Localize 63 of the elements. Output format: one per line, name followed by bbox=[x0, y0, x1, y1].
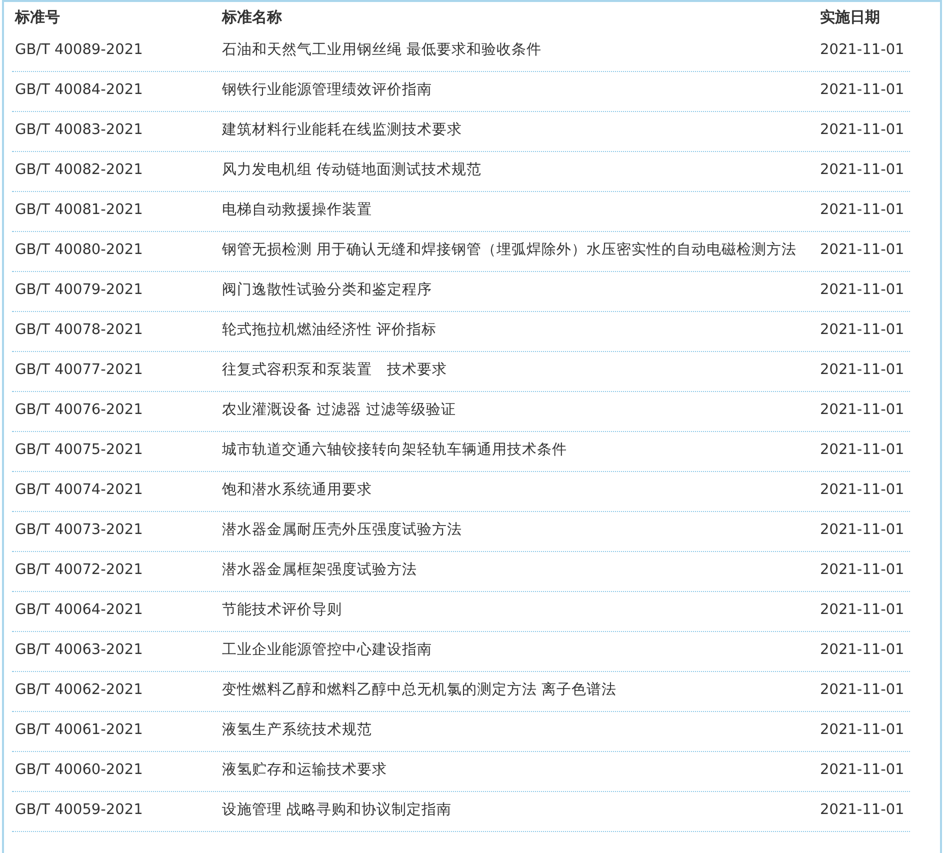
table-cell-text: GB/T 40064-2021 bbox=[14, 601, 144, 620]
table-cell-text: 设施管理 战略寻购和协议制定指南 bbox=[221, 800, 453, 820]
table-cell-text: 钢管无损检测 用于确认无缝和焊接钢管（埋弧焊除外）水压密实性的自动电磁检测方法 bbox=[221, 240, 798, 260]
table-cell-text: 建筑材料行业能耗在线监测技术要求 bbox=[220, 121, 463, 140]
table-cell-text: 2021-11-01 bbox=[819, 241, 906, 260]
table-cell-text: GB/T 40080-2021 bbox=[14, 241, 144, 260]
table-cell-text: 城市轨道交通六轴铰接转向架轻轨车辆通用技术条件 bbox=[221, 440, 568, 460]
table-cell-text: 2021-11-01 bbox=[819, 121, 906, 140]
table-cell-text: GB/T 40078-2021 bbox=[14, 321, 144, 340]
table-cell-text: 电梯自动救援操作装置 bbox=[221, 201, 373, 220]
table-cell-text: 2021-11-01 bbox=[819, 441, 906, 460]
table-cell-text: GB/T 40089-2021 bbox=[14, 41, 144, 60]
table-cell-text: GB/T 40073-2021 bbox=[14, 521, 144, 540]
table-cell-text: GB/T 40084-2021 bbox=[14, 81, 144, 100]
table-cell-text: 轮式拖拉机燃油经济性 评价指标 bbox=[221, 320, 438, 340]
table-cell-text: 2021-11-01 bbox=[819, 521, 906, 540]
table-cell-text: GB/T 40059-2021 bbox=[14, 801, 144, 820]
table-cell-text: 节能技术评价导则 bbox=[221, 601, 343, 620]
table-cell-text: 农业灌溉设备 过滤器 过滤等级验证 bbox=[221, 401, 458, 420]
table-cell-text: 2021-11-01 bbox=[819, 561, 906, 580]
column-header: 标准号 bbox=[14, 8, 61, 26]
table-cell-text: 2021-11-01 bbox=[819, 721, 906, 740]
table-cell-text: GB/T 40076-2021 bbox=[14, 401, 144, 420]
table-cell-text: 2021-11-01 bbox=[819, 641, 906, 660]
table-cell-text: GB/T 40074-2021 bbox=[14, 481, 144, 500]
table-cell-text: 液氢贮存和运输技术要求 bbox=[221, 760, 388, 780]
table-cell-text: 变性燃料乙醇和燃料乙醇中总无机氯的测定方法 离子色谱法 bbox=[221, 680, 618, 700]
table-cell-text: 2021-11-01 bbox=[819, 481, 906, 500]
table-cell-text: GB/T 40060-2021 bbox=[14, 761, 144, 780]
table-cell-text: 石油和天然气工业用钢丝绳 最低要求和验收条件 bbox=[221, 41, 543, 60]
table-cell-text: 2021-11-01 bbox=[819, 81, 906, 100]
table-cell-text: GB/T 40079-2021 bbox=[14, 281, 144, 300]
table-cell-text: 工业企业能源管控中心建设指南 bbox=[221, 640, 433, 660]
table-cell-text: 2021-11-01 bbox=[819, 201, 906, 220]
table-cell-text: 2021-11-01 bbox=[819, 321, 906, 340]
table-cell-text: 2021-11-01 bbox=[819, 761, 906, 780]
table-cell-text: 阀门逸散性试验分类和鉴定程序 bbox=[221, 280, 433, 300]
table-cell-text: 潜水器金属框架强度试验方法 bbox=[221, 560, 418, 580]
table-cell-text: GB/T 40081-2021 bbox=[14, 201, 144, 220]
table-cell-text: 2021-11-01 bbox=[819, 401, 906, 420]
table-cell-text: 潜水器金属耐压壳外压强度试验方法 bbox=[221, 520, 463, 540]
table-cell-text: 往复式容积泵和泵装置 技术要求 bbox=[221, 360, 448, 380]
table-cell-text: GB/T 40077-2021 bbox=[14, 361, 144, 380]
table-cell-text: GB/T 40083-2021 bbox=[14, 121, 144, 140]
table-cell-text: GB/T 40075-2021 bbox=[14, 441, 144, 460]
table-cell-text: 2021-11-01 bbox=[819, 41, 906, 60]
table-cell-text: 液氢生产系统技术规范 bbox=[221, 720, 373, 740]
table-cell-text: 2021-11-01 bbox=[819, 681, 906, 700]
column-header: 实施日期 bbox=[819, 8, 881, 26]
table-cell-text: GB/T 40063-2021 bbox=[14, 641, 144, 660]
table-cell-text: 饱和潜水系统通用要求 bbox=[221, 481, 373, 500]
table-cell-text: GB/T 40072-2021 bbox=[14, 561, 144, 580]
table-cell-text: 2021-11-01 bbox=[819, 601, 906, 620]
table-cell-text: 风力发电机组 传动链地面测试技术规范 bbox=[221, 161, 483, 180]
table-cell-text: 钢铁行业能源管理绩效评价指南 bbox=[221, 81, 433, 100]
table-cell-text: 2021-11-01 bbox=[819, 801, 906, 820]
table-cell-text: 2021-11-01 bbox=[819, 361, 906, 380]
column-header: 标准名称 bbox=[220, 8, 283, 26]
table-cell-text: 2021-11-01 bbox=[819, 161, 906, 180]
table-cell-text: GB/T 40082-2021 bbox=[14, 161, 144, 180]
table-cell-text: GB/T 40061-2021 bbox=[14, 721, 144, 740]
table-cell-text: GB/T 40062-2021 bbox=[14, 681, 144, 700]
table-cell-text: 2021-11-01 bbox=[819, 281, 906, 300]
